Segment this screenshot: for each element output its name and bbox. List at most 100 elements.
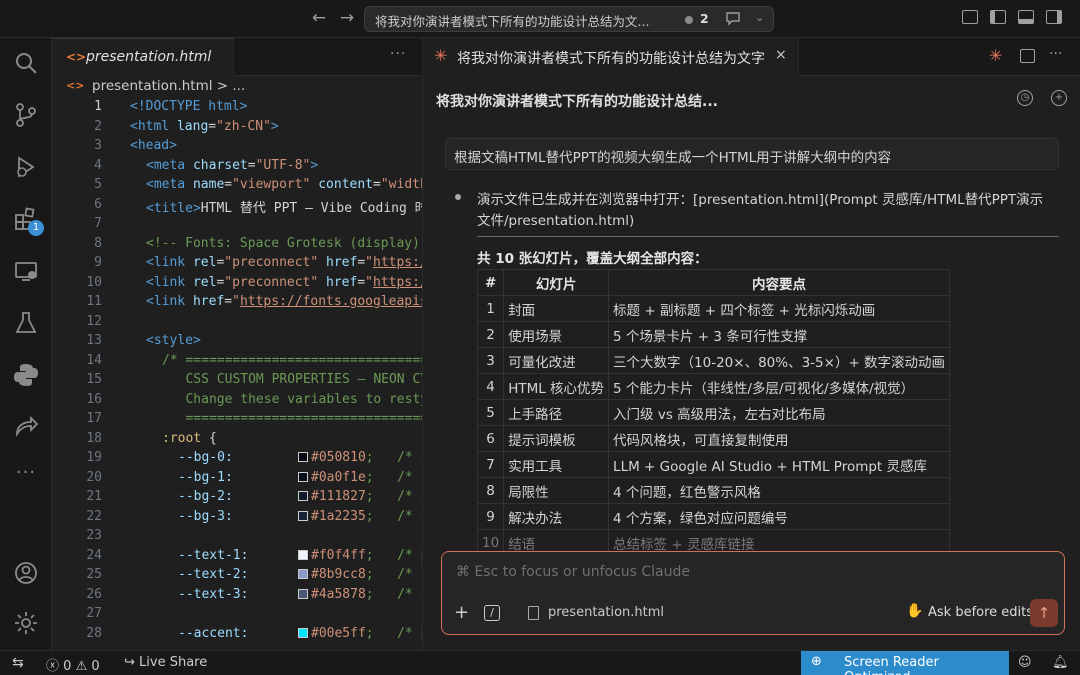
prompt-input-placeholder[interactable]: ⌘ Esc to focus or unfocus Claude [456, 564, 690, 580]
editor-more-actions-icon[interactable]: ··· [390, 46, 406, 62]
notifications-bell-icon[interactable]: 🔔︎ [1052, 655, 1069, 670]
source-control-icon[interactable] [12, 102, 40, 130]
code-line: Change these variables to resty [162, 391, 422, 407]
color-swatch [298, 452, 308, 462]
code-line: ================================ [162, 411, 422, 426]
html-file-icon: <> [66, 79, 85, 92]
code-area[interactable]: 1 <!DOCTYPE html> 2 <html lang="zh-CN"> 3 <… [52, 98, 422, 650]
code-line: <head> [130, 138, 177, 153]
code-line: <!-- Fonts: Space Grotesk (display) [146, 235, 420, 251]
new-conversation-icon[interactable]: + [1051, 90, 1067, 106]
user-message: 根据文稿HTML替代PPT的视频大纲生成一个HTML用于讲解大纲中的内容 [445, 138, 1059, 170]
table-header-row: # 幻灯片 内容要点 [476, 269, 951, 296]
line-number: 8 [94, 235, 102, 251]
more-views-icon[interactable]: ··· [12, 462, 40, 490]
line-number: 15 [86, 372, 102, 387]
color-swatch [298, 588, 308, 599]
claude-spark-icon: ✳ [434, 46, 448, 65]
remote-explorer-icon[interactable] [12, 258, 40, 286]
status-bar: ⇆ ⓧ 0 ⚠ 0 ↪ Live Share ⊕ Screen Reader O… [0, 650, 1080, 675]
file-icon [528, 606, 539, 620]
line-number: 27 [86, 606, 102, 621]
panel-tab-bar: ✳ 将我对你演讲者模式下所有的功能设计总结为文字 × ✳ ··· [423, 38, 1080, 76]
live-share-icon[interactable] [12, 414, 40, 442]
assistant-reply-text: 文件/presentation.html) [477, 213, 635, 229]
code-editor: <> presentation.html ··· <> presentation… [52, 38, 422, 650]
permission-mode-button[interactable]: Ask before edits [928, 605, 1033, 620]
color-swatch [298, 569, 308, 579]
history-clock-icon[interactable]: ◷ [1017, 90, 1033, 106]
toggle-panel-icon[interactable] [1018, 10, 1034, 24]
divider [477, 236, 1059, 237]
toggle-secondary-sidebar-icon[interactable] [1046, 10, 1062, 24]
extensions-badge: 1 [28, 220, 44, 236]
send-arrow-icon[interactable]: ↑ [1030, 599, 1058, 627]
live-share-status[interactable]: ↪ Live Share [124, 655, 207, 670]
warning-icon: ⚠ [75, 659, 88, 674]
color-swatch [298, 549, 308, 560]
prompt-input-box[interactable]: ⌘ Esc to focus or unfocus Claude + / pre… [441, 551, 1065, 635]
tab-presentation-html[interactable]: <> presentation.html [52, 38, 234, 76]
breadcrumb[interactable]: <> presentation.html > ... [52, 76, 422, 98]
code-line: --bg-1:#0a0f1e; /* s [178, 469, 422, 485]
slash-command-icon[interactable]: / [484, 605, 500, 621]
forward-arrow-icon[interactable]: → [336, 8, 358, 28]
extensions-icon[interactable]: 1 [12, 206, 44, 236]
search-icon[interactable] [12, 50, 40, 78]
title-bar: ← → 将我对你演讲者模式下所有的功能设计总结为文... 2 ⌄ [0, 0, 1080, 38]
errors-status[interactable]: ⓧ 0 ⚠ 0 [46, 655, 100, 674]
code-line: --bg-2:#111827; /* c [178, 489, 422, 504]
code-line: /* ================================ [162, 352, 422, 368]
panel-more-actions-icon[interactable]: ··· [1049, 46, 1062, 62]
python-icon[interactable] [12, 362, 40, 390]
conversation-header: 将我对你演讲者模式下所有的功能设计总结... ◷ + [423, 76, 1080, 124]
line-number: 10 [86, 274, 102, 290]
tab-claude-conversation[interactable]: ✳ 将我对你演讲者模式下所有的功能设计总结为文字 × [423, 38, 799, 76]
line-number: 20 [86, 469, 102, 485]
run-debug-icon[interactable] [12, 154, 40, 182]
line-number: 21 [86, 489, 102, 504]
line-number: 26 [86, 586, 102, 602]
breadcrumb-path: presentation.html > ... [92, 78, 246, 94]
remote-indicator-icon[interactable]: ⇆ [12, 655, 24, 671]
add-context-plus-icon[interactable]: + [454, 602, 469, 623]
line-number: 11 [86, 294, 102, 309]
command-center[interactable]: 将我对你演讲者模式下所有的功能设计总结为文... 2 ⌄ [364, 6, 774, 32]
conversation-title: 将我对你演讲者模式下所有的功能设计总结... [436, 94, 718, 110]
close-tab-icon[interactable]: × [775, 47, 787, 63]
table-row: 8 局限性 4 个问题，红色警示风格 [476, 477, 951, 504]
line-number: 17 [86, 411, 102, 426]
customize-layout-icon[interactable] [962, 10, 978, 24]
screen-reader-optimized-status[interactable]: ⊕ Screen Reader Optimized [801, 651, 1009, 675]
line-number: 13 [86, 333, 102, 348]
chevron-down-icon[interactable]: ⌄ [755, 11, 764, 24]
code-line: <html lang="zh-CN"> [130, 118, 279, 134]
line-number: 18 [86, 430, 102, 446]
table-row: 4 HTML 核心优势 5 个能力卡片（非线性/多层/可视化/多媒体/视觉） [476, 373, 951, 400]
code-line: :root { [162, 430, 217, 446]
settings-gear-icon[interactable] [12, 610, 40, 638]
notification-count: 2 [700, 11, 709, 26]
color-swatch [298, 627, 308, 638]
table-row: 5 上手路径 入门级 vs 高级用法，左右对比布局 [476, 399, 951, 426]
copilot-icon[interactable]: ☺ [1018, 655, 1032, 670]
line-number: 14 [86, 352, 102, 368]
color-swatch [298, 471, 308, 482]
code-line: <link rel="preconnect" href="https:/ [146, 255, 422, 270]
testing-flask-icon[interactable] [12, 310, 40, 338]
error-icon: ⓧ [46, 659, 60, 674]
live-share-icon: ↪ [124, 655, 135, 670]
account-icon[interactable] [12, 560, 40, 588]
chat-icon[interactable] [725, 11, 741, 30]
line-number: 25 [86, 567, 102, 582]
attached-file-chip[interactable]: presentation.html [548, 605, 664, 620]
error-count: 0 [63, 659, 72, 674]
back-arrow-icon[interactable]: ← [308, 8, 330, 28]
split-editor-icon[interactable] [1020, 49, 1035, 63]
toggle-primary-sidebar-icon[interactable] [990, 10, 1006, 24]
claude-panel: ✳ 将我对你演讲者模式下所有的功能设计总结为文字 × ✳ ··· 将我对你演讲者… [422, 38, 1080, 650]
claude-spark-icon[interactable]: ✳ [989, 46, 1002, 65]
line-number: 19 [86, 450, 102, 465]
editor-tab-bar: <> presentation.html ··· [52, 38, 422, 76]
reply-bullet-icon [455, 194, 461, 200]
